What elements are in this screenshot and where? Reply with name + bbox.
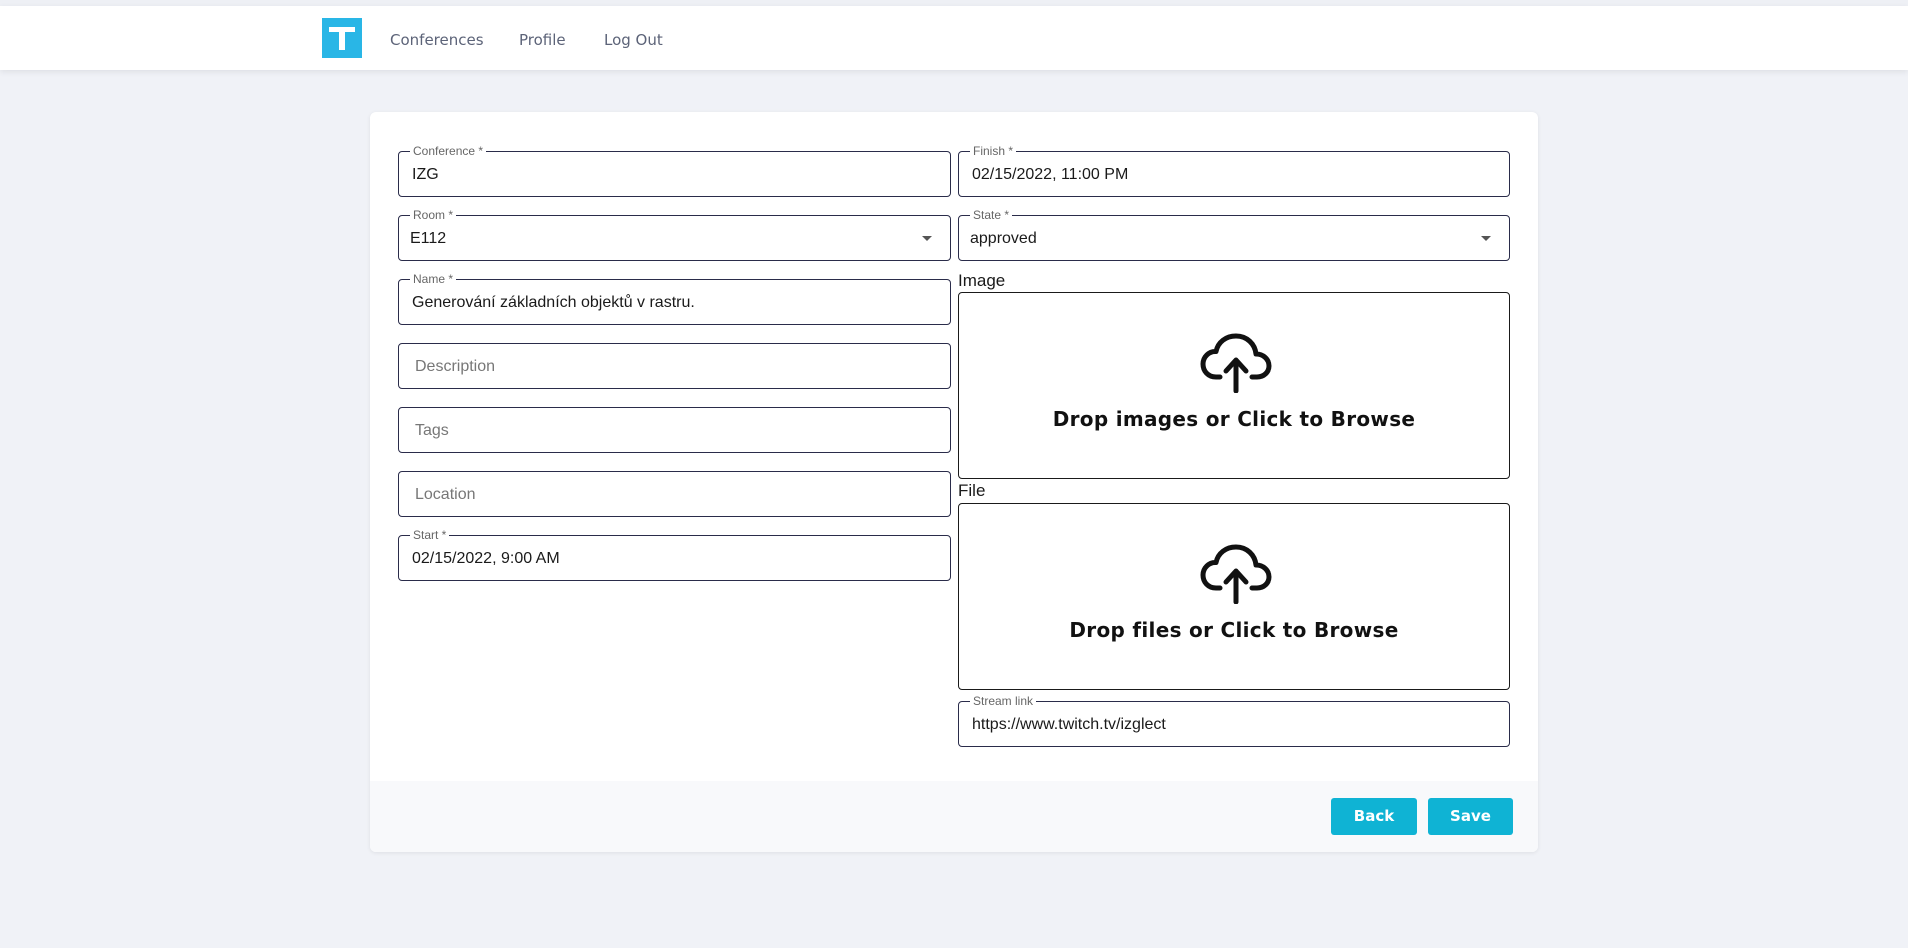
nav-link-conferences[interactable]: Conferences xyxy=(390,31,484,49)
image-dropzone-text: Drop images or Click to Browse xyxy=(1052,407,1416,431)
name-label: Name * xyxy=(410,272,457,286)
description-field[interactable]: Description xyxy=(398,343,951,389)
room-value: E112 xyxy=(410,230,447,247)
stream-link-field[interactable]: Stream link https://www.twitch.tv/izglec… xyxy=(958,694,1510,747)
conference-value: IZG xyxy=(412,166,439,183)
finish-datetime-field[interactable]: Finish * 02/15/2022, 11:00 PM xyxy=(958,144,1510,197)
state-select[interactable]: State * approved xyxy=(958,208,1510,261)
state-label: State * xyxy=(970,208,1013,222)
app-logo[interactable] xyxy=(322,18,362,58)
navbar: Conferences Profile Log Out xyxy=(0,6,1908,70)
state-value: approved xyxy=(970,230,1037,247)
nav-link-profile[interactable]: Profile xyxy=(519,31,566,49)
file-section-label: File xyxy=(958,481,986,500)
back-button[interactable]: Back xyxy=(1331,798,1417,835)
stream-link-label: Stream link xyxy=(970,694,1037,708)
image-section-label: Image xyxy=(958,271,1006,290)
description-placeholder: Description xyxy=(415,358,496,375)
finish-value: 02/15/2022, 11:00 PM xyxy=(972,166,1129,183)
conference-label: Conference * xyxy=(410,144,487,158)
location-placeholder: Location xyxy=(415,486,476,503)
name-value: Generování základních objektů v rastru. xyxy=(412,294,695,311)
room-select[interactable]: Room * E112 xyxy=(398,208,951,261)
start-label: Start * xyxy=(410,528,450,542)
location-field[interactable]: Location xyxy=(398,471,951,517)
save-button[interactable]: Save xyxy=(1428,798,1513,835)
nav-link-log-out[interactable]: Log Out xyxy=(604,31,663,49)
start-value: 02/15/2022, 9:00 AM xyxy=(412,550,560,567)
file-dropzone-text: Drop files or Click to Browse xyxy=(1069,618,1399,642)
cloud-upload-icon xyxy=(1200,544,1272,604)
start-datetime-field[interactable]: Start * 02/15/2022, 9:00 AM xyxy=(398,528,951,581)
room-label: Room * xyxy=(410,208,457,222)
lecture-form-card: Conference * IZG Room * E112 Name * Gene… xyxy=(370,112,1538,852)
stream-link-value: https://www.twitch.tv/izglect xyxy=(972,716,1166,733)
image-dropzone[interactable]: Drop images or Click to Browse xyxy=(958,292,1510,479)
conference-field[interactable]: Conference * IZG xyxy=(398,144,951,197)
chevron-down-icon xyxy=(1481,236,1491,241)
chevron-down-icon xyxy=(922,236,932,241)
tags-placeholder: Tags xyxy=(415,422,449,439)
cloud-upload-icon xyxy=(1200,333,1272,393)
file-dropzone[interactable]: Drop files or Click to Browse xyxy=(958,503,1510,690)
finish-label: Finish * xyxy=(970,144,1017,158)
name-field[interactable]: Name * Generování základních objektů v r… xyxy=(398,272,951,325)
tags-field[interactable]: Tags xyxy=(398,407,951,453)
